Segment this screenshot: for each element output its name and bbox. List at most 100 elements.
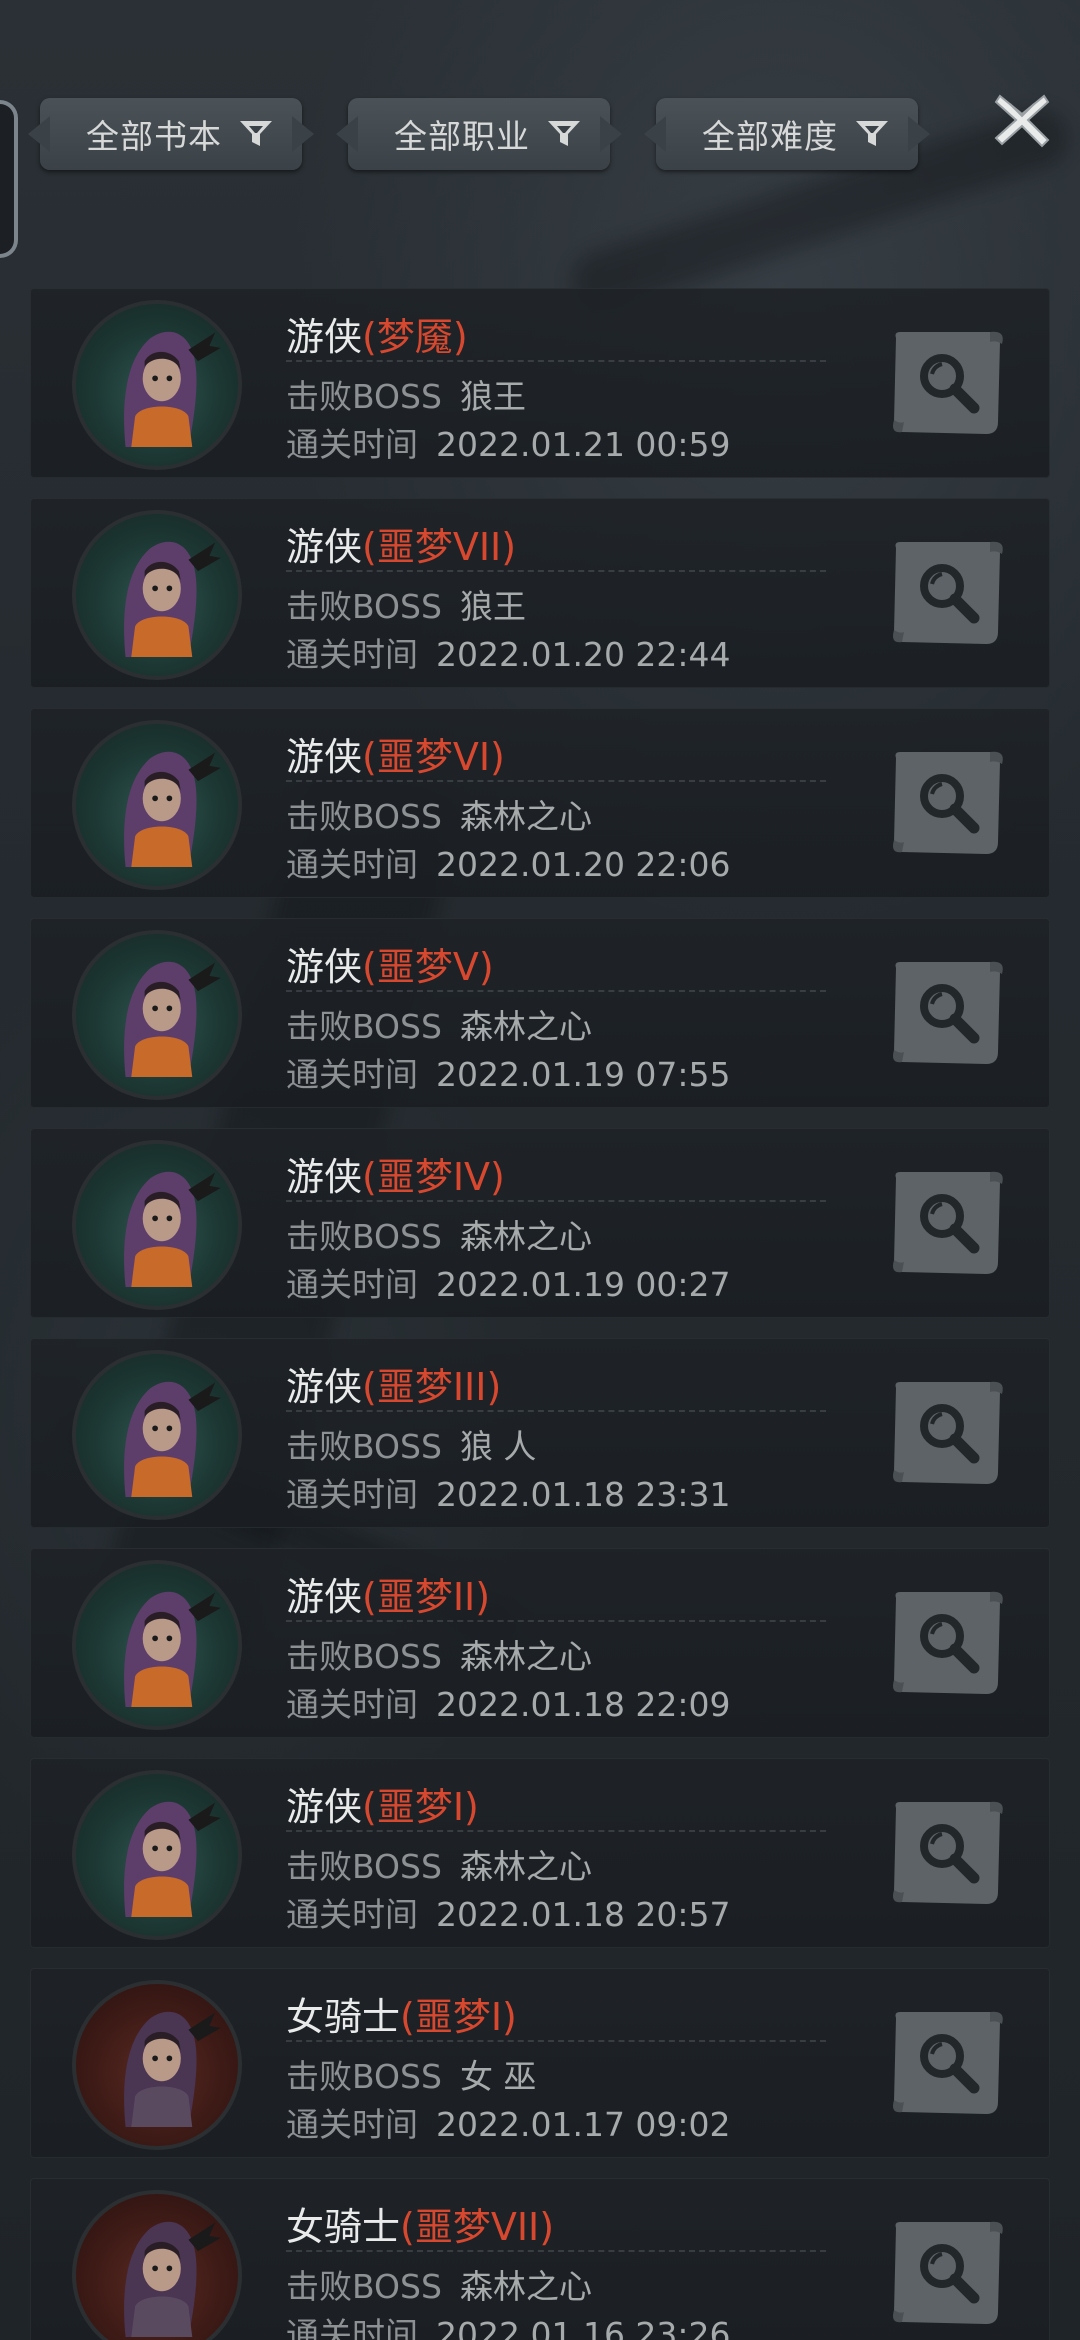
difficulty-tag: (噩梦VII): [362, 525, 517, 569]
boss-label: 击败BOSS: [286, 2057, 442, 2096]
record-row[interactable]: 游侠(噩梦VII) 击败BOSS 狼王 通关时间 2022.01.20 22:44: [30, 498, 1050, 688]
record-row[interactable]: 女骑士(噩梦I) 击败BOSS 女 巫 通关时间 2022.01.17 09:02: [30, 1968, 1050, 2158]
record-title: 游侠(噩梦IV): [286, 1146, 505, 1201]
boss-name: 狼 人: [459, 1427, 537, 1466]
boss-name: 森林之心: [459, 1847, 592, 1886]
time-line: 通关时间 2022.01.20 22:06: [286, 838, 731, 886]
time-line: 通关时间 2022.01.21 00:59: [286, 418, 731, 466]
clear-time: 2022.01.18 23:31: [436, 1475, 731, 1514]
hero-class: 女骑士: [286, 1995, 401, 2039]
hero-avatar: [72, 2190, 242, 2340]
record-title: 游侠(噩梦III): [286, 1356, 501, 1411]
hero-avatar: [72, 1560, 242, 1730]
hero-portrait-icon: [124, 961, 221, 1077]
boss-label: 击败BOSS: [286, 587, 442, 626]
view-detail-button[interactable]: [886, 1372, 1010, 1492]
hero-class: 游侠: [286, 315, 363, 359]
difficulty-tag: (噩梦I): [362, 1785, 479, 1829]
hero-class: 游侠: [286, 525, 363, 569]
record-title: 游侠(噩梦I): [286, 1776, 479, 1831]
view-detail-button[interactable]: [886, 532, 1010, 652]
view-detail-button[interactable]: [886, 2212, 1010, 2332]
time-label: 通关时间: [286, 2315, 418, 2340]
divider: [286, 570, 826, 572]
time-line: 通关时间 2022.01.18 23:31: [286, 1468, 731, 1516]
boss-name: 森林之心: [459, 2267, 592, 2306]
hero-class: 女骑士: [286, 2205, 401, 2249]
clear-time: 2022.01.19 00:27: [436, 1265, 731, 1304]
clear-time: 2022.01.18 22:09: [436, 1685, 731, 1724]
filter-class-dropdown[interactable]: 全部职业: [348, 98, 610, 170]
divider: [286, 2040, 826, 2042]
hero-class: 游侠: [286, 945, 363, 989]
boss-label: 击败BOSS: [286, 1637, 442, 1676]
record-title: 女骑士(噩梦VII): [286, 2196, 554, 2251]
boss-line: 击败BOSS 森林之心: [286, 790, 592, 838]
filter-funnel-icon: [548, 121, 580, 146]
view-detail-button[interactable]: [886, 1162, 1010, 1282]
view-detail-button[interactable]: [886, 1792, 1010, 1912]
record-title: 游侠(噩梦II): [286, 1566, 490, 1621]
view-detail-button[interactable]: [886, 952, 1010, 1072]
hero-avatar: [72, 1140, 242, 1310]
time-label: 通关时间: [286, 635, 418, 674]
boss-label: 击败BOSS: [286, 1217, 442, 1256]
time-line: 通关时间 2022.01.19 00:27: [286, 1258, 731, 1306]
record-title: 游侠(噩梦VI): [286, 726, 505, 781]
difficulty-tag: (噩梦IV): [362, 1155, 505, 1199]
time-label: 通关时间: [286, 1475, 418, 1514]
records-screen: 全部书本 全部职业 全部难度 游侠(梦魇) 击败BOSS 狼王 通关时间 202…: [0, 0, 1080, 2340]
time-line: 通关时间 2022.01.20 22:44: [286, 628, 731, 676]
view-detail-button[interactable]: [886, 1582, 1010, 1702]
hero-class: 游侠: [286, 1575, 363, 1619]
record-row[interactable]: 女骑士(噩梦VII) 击败BOSS 森林之心 通关时间 2022.01.16 23:…: [30, 2178, 1050, 2340]
hero-portrait-icon: [124, 541, 221, 657]
record-row[interactable]: 游侠(噩梦III) 击败BOSS 狼 人 通关时间 2022.01.18 23:31: [30, 1338, 1050, 1528]
clear-time: 2022.01.21 00:59: [436, 425, 731, 464]
boss-name: 狼王: [459, 377, 526, 416]
time-label: 通关时间: [286, 1685, 418, 1724]
view-detail-button[interactable]: [886, 322, 1010, 442]
boss-label: 击败BOSS: [286, 797, 442, 836]
boss-label: 击败BOSS: [286, 1007, 442, 1046]
record-row[interactable]: 游侠(噩梦II) 击败BOSS 森林之心 通关时间 2022.01.18 22:09: [30, 1548, 1050, 1738]
record-row[interactable]: 游侠(噩梦I) 击败BOSS 森林之心 通关时间 2022.01.18 20:57: [30, 1758, 1050, 1948]
hero-class: 游侠: [286, 735, 363, 779]
time-line: 通关时间 2022.01.19 07:55: [286, 1048, 731, 1096]
filter-book-label: 全部书本: [86, 117, 222, 156]
record-row[interactable]: 游侠(噩梦VI) 击败BOSS 森林之心 通关时间 2022.01.20 22:06: [30, 708, 1050, 898]
record-row[interactable]: 游侠(噩梦IV) 击败BOSS 森林之心 通关时间 2022.01.19 00:27: [30, 1128, 1050, 1318]
boss-line: 击败BOSS 森林之心: [286, 2260, 592, 2308]
hero-portrait-icon: [124, 1381, 221, 1497]
record-title: 游侠(噩梦VII): [286, 516, 516, 571]
divider: [286, 1200, 826, 1202]
clear-time: 2022.01.19 07:55: [436, 1055, 731, 1094]
hero-portrait-icon: [124, 1171, 221, 1287]
hero-avatar: [72, 1980, 242, 2150]
difficulty-tag: (噩梦III): [362, 1365, 502, 1409]
filter-funnel-icon: [856, 121, 888, 146]
filter-difficulty-label: 全部难度: [702, 117, 838, 156]
boss-line: 击败BOSS 狼王: [286, 580, 526, 628]
hero-portrait-icon: [124, 331, 221, 447]
boss-name: 森林之心: [459, 797, 592, 836]
boss-line: 击败BOSS 森林之心: [286, 1210, 592, 1258]
record-row[interactable]: 游侠(梦魇) 击败BOSS 狼王 通关时间 2022.01.21 00:59: [30, 288, 1050, 478]
divider: [286, 1620, 826, 1622]
close-icon[interactable]: [990, 88, 1054, 152]
filter-difficulty-dropdown[interactable]: 全部难度: [656, 98, 918, 170]
record-row[interactable]: 游侠(噩梦V) 击败BOSS 森林之心 通关时间 2022.01.19 07:55: [30, 918, 1050, 1108]
hero-avatar: [72, 300, 242, 470]
view-detail-button[interactable]: [886, 2002, 1010, 2122]
side-panel-tab[interactable]: [0, 100, 18, 258]
filter-book-dropdown[interactable]: 全部书本: [40, 98, 302, 170]
time-label: 通关时间: [286, 425, 418, 464]
time-line: 通关时间 2022.01.18 22:09: [286, 1678, 731, 1726]
difficulty-tag: (梦魇): [362, 315, 468, 359]
view-detail-button[interactable]: [886, 742, 1010, 862]
difficulty-tag: (噩梦V): [362, 945, 494, 989]
hero-portrait-icon: [124, 751, 221, 867]
hero-portrait-icon: [124, 1591, 221, 1707]
divider: [286, 780, 826, 782]
time-label: 通关时间: [286, 1895, 418, 1934]
